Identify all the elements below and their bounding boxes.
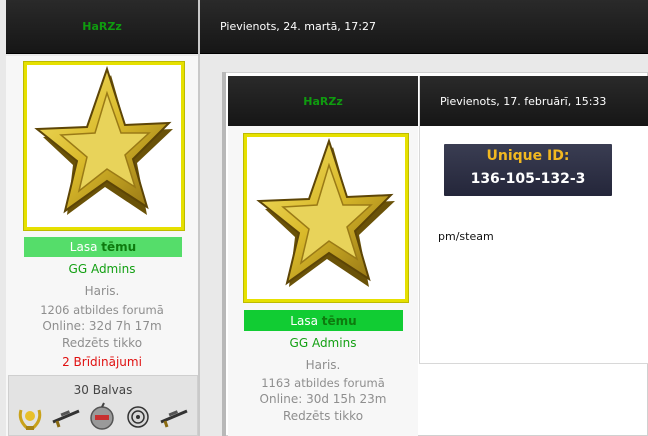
column-divider (198, 0, 200, 436)
outer-avatar[interactable] (23, 61, 185, 231)
outer-rank-bar: Lasa tēmu (24, 237, 182, 257)
outer-online-time: Online: 32d 7h 17m (42, 319, 162, 333)
gold-star-avatar-icon (256, 137, 395, 287)
outer-real-name: Haris. (84, 284, 120, 298)
inner-group-link[interactable]: GG Admins (228, 336, 418, 350)
sniper-rifle-icon[interactable] (159, 402, 189, 432)
inner-rank-bar: Lasa tēmu (244, 310, 403, 331)
target-icon[interactable] (123, 402, 153, 432)
inner-rank-emph: tēmu (321, 313, 357, 328)
inner-post-content: Unique ID: 136-105-132-3 pm/steam (420, 126, 648, 364)
awards-title[interactable]: 30 Balvas (9, 383, 197, 397)
outer-author-sidebar: Lasa tēmu GG Admins Haris. 1206 atbildes… (6, 56, 198, 436)
outer-last-seen: Redzēts tikko (61, 336, 143, 350)
awards-row (15, 402, 189, 432)
outer-post-header: Pievienots, 24. martā, 17:27 (200, 0, 648, 54)
outer-group-link[interactable]: GG Admins (6, 262, 198, 276)
unique-id-value: 136-105-132-3 (470, 171, 586, 187)
inner-author-header: HaRZz (228, 76, 418, 126)
bomb-award-icon[interactable] (87, 402, 117, 432)
outer-rank-emph: tēmu (101, 240, 137, 254)
outer-author-name[interactable]: HaRZz (82, 20, 121, 33)
awards-panel: 30 Balvas (8, 375, 198, 436)
outer-post-date: Pievienots, 24. martā, 17:27 (220, 20, 377, 33)
inner-real-name: Haris. (305, 358, 341, 372)
unique-id-banner: Unique ID: 136-105-132-3 (444, 144, 612, 196)
outer-warnings-link[interactable]: 2 Brīdinājumi (6, 355, 198, 369)
sniper-rifle-icon[interactable] (51, 402, 81, 432)
inner-last-seen: Redzēts tikko (282, 409, 364, 423)
gold-star-avatar-icon (34, 65, 173, 215)
inner-author-name[interactable]: HaRZz (303, 95, 342, 108)
inner-post-date: Pievienots, 17. februārī, 15:33 (440, 94, 607, 108)
inner-avatar[interactable] (243, 133, 409, 303)
inner-post-count: 1163 atbildes forumā (261, 376, 385, 390)
inner-rank-label: Lasa (290, 313, 318, 328)
quote-border (222, 72, 226, 436)
outer-post-count: 1206 atbildes forumā (40, 303, 164, 317)
post-body-text: pm/steam (438, 230, 494, 243)
inner-online-time: Online: 30d 15h 23m (259, 392, 387, 406)
outer-rank-label: Lasa (69, 240, 98, 254)
outer-author-header: HaRZz (6, 0, 198, 54)
inner-author-sidebar: Lasa tēmu GG Admins Haris. 1163 atbildes… (228, 126, 418, 436)
unique-id-title: Unique ID: (486, 148, 570, 164)
inner-post-header: Pievienots, 17. februārī, 15:33 (420, 76, 648, 126)
laurel-medal-icon[interactable] (15, 402, 45, 432)
